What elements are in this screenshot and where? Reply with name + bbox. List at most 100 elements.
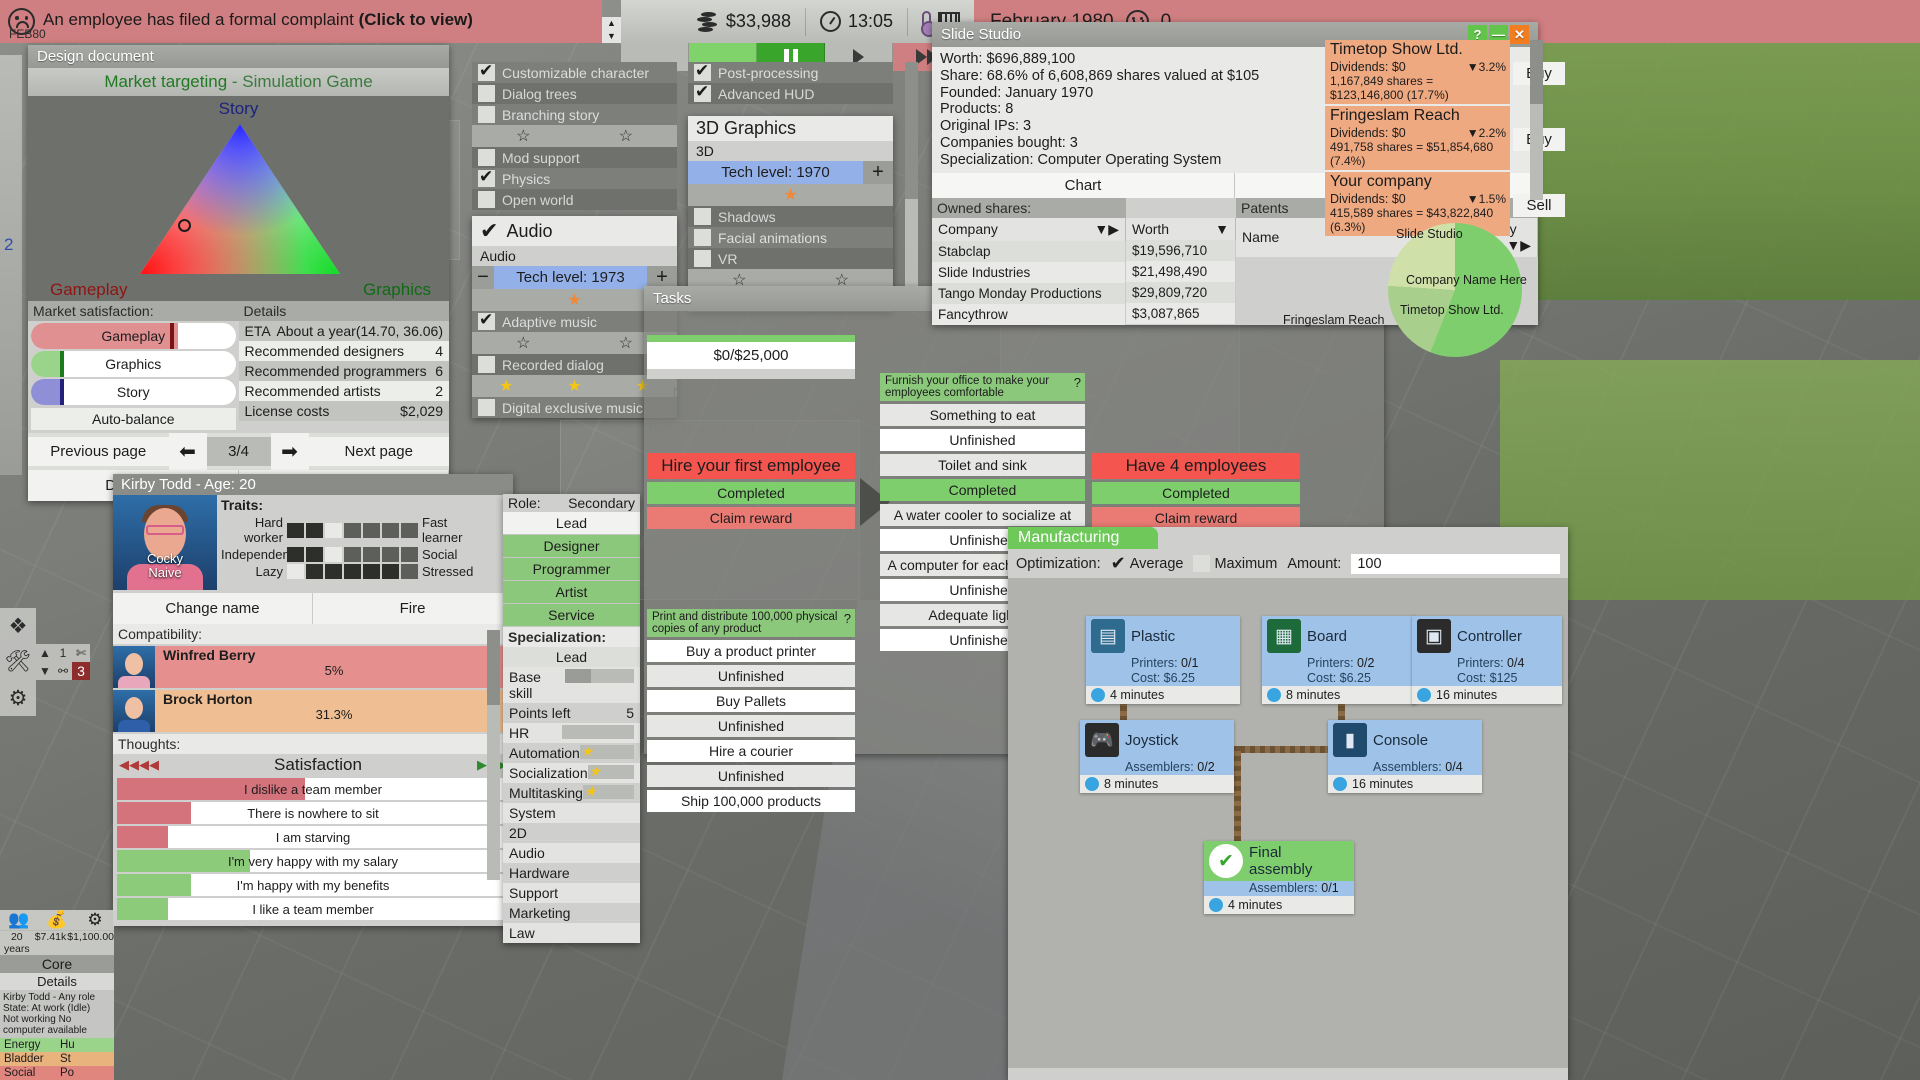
spec-bar[interactable] [562,725,634,739]
star-icon[interactable]: ☆ [619,333,633,353]
graphics-tech-level-row[interactable]: Tech level: 1970 + [688,161,893,184]
production-node-plastic[interactable]: ▤ Plastic Printers: 0/1 Cost: $6.25 4 mi… [1086,616,1240,704]
feature-row-dialog-trees[interactable]: Dialog trees [472,83,677,104]
help-icon[interactable]: ? [844,611,851,626]
scroll-up-arrow[interactable]: ▲ [602,17,621,30]
people-icon[interactable]: 👥 [0,910,38,930]
trait-pip[interactable] [325,564,342,579]
trait-pip[interactable] [306,547,323,562]
features-scrollbar[interactable] [905,62,918,290]
spec-row-hardware[interactable]: Hardware [503,863,640,883]
graphics-tech-level[interactable]: Tech level: 1970 [688,161,863,184]
cut-icon[interactable]: ✄ [72,644,90,662]
stock-card-fringeslam[interactable]: Fringeslam Reach Dividends: $0 ▼2.2% 491… [1325,106,1510,170]
ownership-pie-chart[interactable]: Slide Studio Company Name Here Timetop S… [1378,205,1578,375]
star-icon[interactable]: ☆ [516,333,530,353]
spec-row-automation[interactable]: Automation ★ [503,743,640,763]
production-node-board[interactable]: ▦ Board Printers: 0/2 Cost: $6.25 8 minu… [1262,616,1416,704]
checkbox-icon[interactable] [478,85,495,102]
left-arrow-icon[interactable]: ⬅ [169,433,207,470]
feature-row-advanced-hud[interactable]: Advanced HUD [688,83,893,104]
column-company[interactable]: Company ▼▶ [932,218,1126,241]
stock-card-timetop[interactable]: Timetop Show Ltd. Dividends: $0 ▼3.2% 1,… [1325,40,1510,104]
auto-balance-button[interactable]: Auto-balance [31,408,236,430]
star-icon[interactable]: ★ [783,185,797,205]
trait-row-independent[interactable]: Independent Social [221,547,509,562]
trait-pip[interactable] [382,547,399,562]
trait-pip[interactable] [401,564,418,579]
rgb-triangle[interactable] [140,124,340,274]
trait-pip[interactable] [325,523,342,538]
spec-bar[interactable]: ★ [580,745,634,759]
scrollbar-thumb[interactable] [905,62,918,199]
satisfaction-left-arrows-icon[interactable]: ◀◀◀◀ [119,757,159,773]
checkbox-icon[interactable] [478,191,495,208]
market-targeting-triangle[interactable]: Story Gameplay Graphics [28,96,449,301]
arrow-up-icon[interactable]: ▲ [36,644,54,662]
star-icon[interactable]: ☆ [516,126,530,146]
checkbox-icon[interactable] [478,170,495,187]
checkbox-icon[interactable] [478,149,495,166]
employee-panel[interactable]: Kirby Todd - Age: 20 Cocky Naive Traits:… [113,474,513,926]
trait-pip[interactable] [325,547,342,562]
production-node-joystick[interactable]: 🎮 Joystick Assemblers: 0/2 8 minutes [1080,720,1234,793]
spec-row-base-skill[interactable]: Base skill [503,667,640,703]
star-icon[interactable]: ☆ [619,126,633,146]
previous-page-button[interactable]: Previous page [28,437,169,466]
scrollbar-thumb[interactable] [1530,40,1543,104]
table-row[interactable]: Slide Industries [932,262,1126,283]
change-name-button[interactable]: Change name [113,593,313,624]
feature-row-branching-story[interactable]: Branching story [472,104,677,125]
spec-row-socialization[interactable]: Socialization ★ [503,763,640,783]
trait-pip[interactable] [287,523,304,538]
feature-row-customizable-character[interactable]: Customizable character [472,62,677,83]
plus-icon[interactable]: + [863,161,893,184]
task-card-have-4-employees[interactable]: Have 4 employees Completed Claim reward [1092,453,1300,529]
money-stack-icon[interactable]: 💰 [38,910,76,930]
star-icon[interactable]: ★ [499,376,513,396]
production-chain-canvas[interactable]: ▤ Plastic Printers: 0/1 Cost: $6.25 4 mi… [1008,578,1568,1068]
trait-pip[interactable] [306,564,323,579]
optimization-average-option[interactable]: ✔ Average [1111,553,1184,574]
spec-row-support[interactable]: Support [503,883,640,903]
alert-counter[interactable]: 3 [72,662,90,680]
claim-reward-button[interactable]: Claim reward [1092,507,1300,529]
gear-icon[interactable]: ⚙ [0,680,36,716]
right-arrow-icon[interactable]: ➡ [271,433,309,470]
help-icon[interactable]: ? [1074,375,1081,390]
table-row[interactable]: $29,809,720 [1126,282,1236,303]
spec-row-multitasking[interactable]: Multitasking ★ [503,783,640,803]
checkbox-icon[interactable] [694,85,711,102]
checkmark-icon[interactable]: ✔ [1111,553,1126,574]
trait-row-hard-worker[interactable]: Hard worker Fast learner [221,515,509,545]
notification-banner[interactable]: An employee has filed a formal complaint… [0,0,621,43]
checkbox-icon[interactable] [694,229,711,246]
role-panel[interactable]: Role: Secondary Lead Designer Programmer… [503,494,640,943]
design-document-titlebar[interactable]: Design document [28,45,449,68]
checkbox-icon[interactable] [478,399,495,416]
trait-pip[interactable] [306,523,323,538]
sort-icon[interactable]: ▼▶ [1094,221,1119,238]
spec-row-law[interactable]: Law [503,923,640,943]
audio-tech-level[interactable]: Tech level: 1973 [494,266,647,289]
table-row[interactable]: Fancythrow [932,304,1126,325]
satisfaction-bar-graphics[interactable]: Graphics [31,351,236,377]
compatibility-row-winfred[interactable]: Winfred Berry 5% [113,646,513,688]
trait-pip[interactable] [382,523,399,538]
checkbox-icon[interactable] [478,356,495,373]
stocks-scrollbar[interactable] [1530,40,1543,200]
trait-pip[interactable] [363,564,380,579]
table-row[interactable]: Tango Monday Productions [932,283,1126,304]
production-node-controller[interactable]: ▣ Controller Printers: 0/4 Cost: $125 16… [1412,616,1562,704]
gear-icon[interactable]: ⚙ [76,910,114,930]
checkbox-icon[interactable] [478,64,495,81]
trait-pip[interactable] [287,564,304,579]
optimization-maximum-option[interactable]: Maximum [1193,555,1277,572]
trait-pips[interactable] [287,547,418,562]
graphics-feature-panel[interactable]: 3D Graphics 3D Tech level: 1970 + ★ Shad… [688,116,893,312]
trait-pip[interactable] [382,564,399,579]
feature-row-mod-support[interactable]: Mod support [472,147,677,168]
feature-row-facial-animations[interactable]: Facial animations [688,227,893,248]
details-label[interactable]: Details [0,973,114,990]
star-icon[interactable]: ★ [567,290,581,310]
